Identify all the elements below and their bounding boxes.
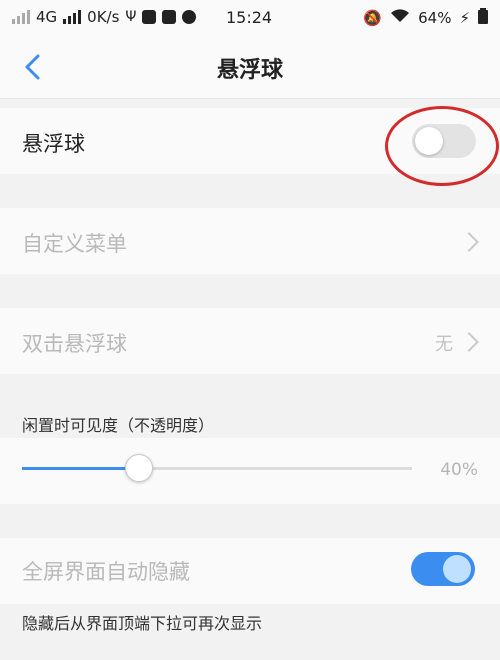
toggle-knob — [443, 555, 471, 583]
chevron-right-icon — [459, 232, 479, 252]
nav-bar: 悬浮球 — [0, 36, 500, 99]
floating-ball-toggle[interactable] — [412, 124, 476, 158]
status-left: 4G 0K/s Ψ — [12, 8, 197, 26]
idle-visibility-row — [0, 438, 500, 504]
signal-sim2-icon — [63, 10, 82, 24]
battery-icon — [478, 8, 488, 28]
fullscreen-hide-row: 全屏界面自动隐藏 — [0, 538, 500, 604]
floating-ball-row: 悬浮球 — [0, 108, 500, 174]
network-speed: 0K/s — [87, 8, 120, 26]
page-title: 悬浮球 — [216, 58, 283, 83]
network-type: 4G — [36, 8, 58, 26]
slider-fill — [22, 467, 139, 470]
custom-menu-row[interactable]: 自定义菜单 — [0, 208, 500, 274]
fullscreen-hide-toggle[interactable] — [411, 552, 475, 586]
app-notification-icon — [142, 10, 157, 24]
signal-sim1-icon — [12, 10, 30, 24]
charging-icon: ⚡ — [459, 9, 470, 27]
custom-menu-label: 自定义菜单 — [22, 232, 127, 256]
status-bar: 4G 0K/s Ψ 15:24 🔕 64% ⚡ — [0, 0, 500, 36]
floating-ball-label: 悬浮球 — [22, 132, 85, 156]
browser-icon — [182, 10, 197, 24]
double-tap-row[interactable]: 双击悬浮球 无 — [0, 308, 500, 374]
chevron-right-icon — [459, 332, 479, 352]
slider-thumb[interactable] — [125, 454, 153, 482]
toggle-knob — [415, 127, 443, 155]
wifi-icon — [390, 9, 410, 27]
visibility-slider[interactable] — [22, 454, 412, 482]
mail-icon — [162, 10, 177, 24]
status-right: 🔕 64% ⚡ — [363, 8, 488, 28]
fullscreen-hide-label: 全屏界面自动隐藏 — [22, 560, 190, 584]
visibility-value: 40% — [440, 460, 478, 480]
double-tap-value: 无 — [435, 334, 453, 355]
usb-icon: Ψ — [125, 9, 137, 25]
mute-icon: 🔕 — [363, 9, 383, 27]
status-time: 15:24 — [226, 8, 273, 27]
fullscreen-hide-description: 隐藏后从界面顶端下拉可再次显示 — [22, 614, 263, 633]
battery-level: 64% — [418, 9, 452, 27]
double-tap-label: 双击悬浮球 — [22, 332, 127, 356]
idle-visibility-label: 闲置时可见度（不透明度） — [22, 416, 215, 435]
